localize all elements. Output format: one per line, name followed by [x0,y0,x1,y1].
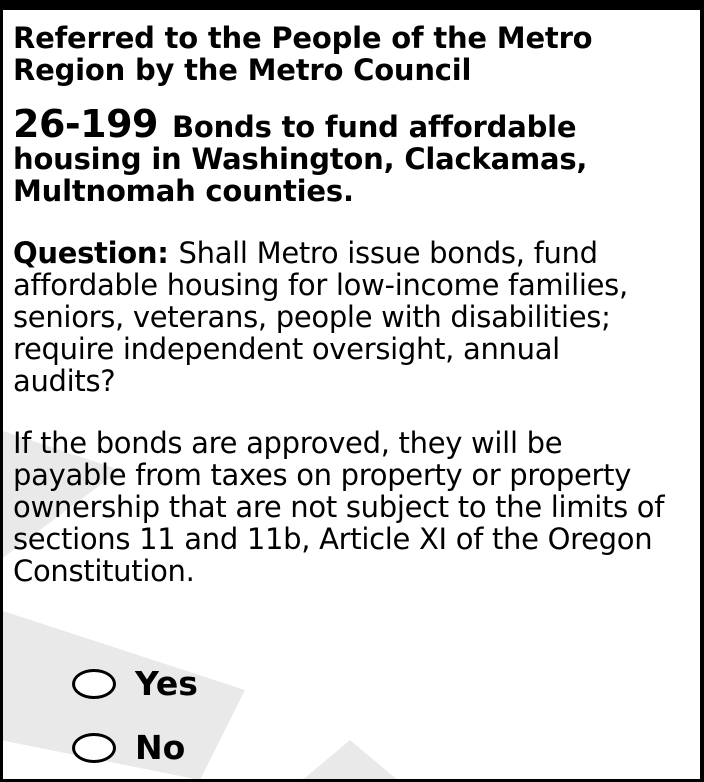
question-line: affordable housing for low-income famili… [13,268,628,302]
bond-statement-line: payable from taxes on property or proper… [13,458,632,492]
measure-title-line: 26-199 Bonds to fund affordable [13,105,693,144]
measure-title-line: housing in Washington, Clackamas, [13,142,588,176]
yes-label: Yes [135,664,198,703]
question-line: seniors, veterans, people with disabilit… [13,300,611,334]
referral-heading: Referred to the People of the Metro Regi… [13,22,693,86]
referral-heading-line: Region by the Metro Council [13,53,472,87]
bond-statement-line: If the bonds are approved, they will be [13,426,563,460]
option-yes[interactable]: Yes [72,664,198,704]
ballot-measure-card: Referred to the People of the Metro Regi… [0,0,704,782]
yes-vote-bubble[interactable] [72,669,116,699]
top-border [0,0,704,10]
option-no[interactable]: No [72,728,185,768]
question-line: audits? [13,364,116,398]
question-label: Question: [13,236,169,270]
left-border [0,0,3,782]
question-text: Shall Metro issue bonds, fund [178,236,599,270]
bond-statement-line: sections 11 and 11b, Article XI of the O… [13,522,653,556]
right-border [700,0,704,782]
referral-heading-line: Referred to the People of the Metro [13,21,593,55]
measure-number: 26-199 [13,102,158,146]
watermark-stripe-corner [300,740,400,782]
measure-title: 26-199 Bonds to fund affordable housing i… [13,105,693,208]
question-line: Question: Shall Metro issue bonds, fund [13,237,693,269]
no-vote-bubble[interactable] [72,733,116,763]
bond-statement-line: Constitution. [13,554,195,588]
question-line: require independent oversight, annual [13,332,560,366]
measure-content: Referred to the People of the Metro Regi… [13,22,693,587]
no-label: No [135,728,186,767]
measure-title-line: Multnomah counties. [13,174,354,208]
bond-statement: If the bonds are approved, they will be … [13,427,693,587]
measure-title-text: Bonds to fund affordable [171,110,577,144]
ballot-question: Question: Shall Metro issue bonds, fund a… [13,237,693,397]
bond-statement-line: ownership that are not subject to the li… [13,490,665,524]
